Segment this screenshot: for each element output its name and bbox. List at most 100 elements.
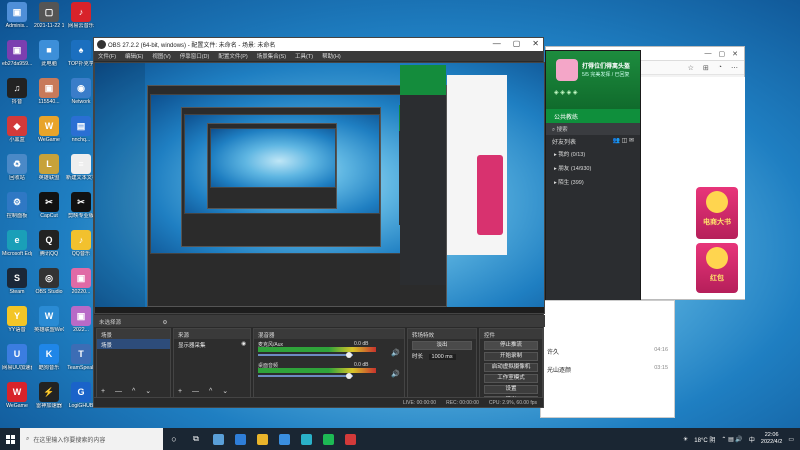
search-input[interactable]: ⌕ 在这里输入你要搜索的内容	[20, 428, 163, 450]
desktop-icon[interactable]: ▣ eb27da959...	[2, 40, 32, 78]
desktop-icon[interactable]: Y YY语音	[2, 306, 32, 344]
menu-view[interactable]: 视图(V)	[152, 52, 170, 60]
obs-window[interactable]: OBS 27.2.2 (64-bit, windows) - 配置文件: 未命名…	[93, 37, 545, 408]
desktop-icon[interactable]: ✂ CapCut	[34, 192, 64, 230]
profile-icon[interactable]: ◔	[718, 64, 722, 71]
tray-icons[interactable]: ⌃ ▤ 🔊	[721, 436, 743, 443]
volume-slider[interactable]	[258, 354, 353, 356]
desktop-icon[interactable]: ♠ TOP扑克学	[66, 40, 96, 78]
desktop-icon[interactable]: U网易UU加速器	[2, 344, 32, 382]
desktop-icon[interactable]: ✂ 剪映专业版	[66, 192, 96, 230]
taskbar-app-icon[interactable]	[295, 428, 317, 450]
taskbar-app-icon[interactable]	[229, 428, 251, 450]
desktop-icon[interactable]: ◆ 小黑盒	[2, 116, 32, 154]
maximize-icon[interactable]: ▢	[719, 50, 726, 58]
desktop-icon[interactable]: ⚡ 雷神加速器	[34, 382, 64, 420]
transition-select[interactable]: 淡出	[412, 341, 472, 350]
duration-input[interactable]: 1000 ms	[428, 354, 456, 360]
menu-edit[interactable]: 编辑(E)	[125, 52, 143, 60]
close-icon[interactable]: ✕	[732, 50, 738, 58]
taskbar-app-icon[interactable]	[207, 428, 229, 450]
qq-search[interactable]: ⌕ 搜索	[546, 123, 640, 135]
desktop-icon[interactable]: ▣ 2022...	[66, 306, 96, 344]
eye-icon[interactable]: ◉	[241, 341, 246, 347]
settings-button[interactable]: 设置	[484, 385, 538, 394]
desktop-icon[interactable]: ▢2021-11-22 16:15:56...	[34, 2, 64, 40]
collections-icon[interactable]: ⊞	[703, 64, 709, 72]
taskbar-app-icon[interactable]	[339, 428, 361, 450]
desktop-icon[interactable]: ♪ QQ音乐	[66, 230, 96, 268]
volume-slider-knob[interactable]	[346, 373, 352, 379]
minimize-icon[interactable]: —	[493, 39, 501, 48]
desktop-icon[interactable]: S Steam	[2, 268, 32, 306]
studio-mode-button[interactable]: 工作室模式	[484, 374, 538, 383]
mixer-channel[interactable]: 麦克风/Aux 0.0 dB 🔊	[254, 339, 404, 360]
qq-section-header[interactable]: 公共教练	[546, 109, 640, 123]
more-icon[interactable]: ⋯	[731, 64, 738, 72]
start-recording-button[interactable]: 开始录制	[484, 352, 538, 361]
minimize-icon[interactable]: —	[705, 50, 712, 57]
desktop-icon[interactable]: ▣ 115540...	[34, 78, 64, 116]
start-virtual-camera-button[interactable]: 启动虚拟摄像机	[484, 363, 538, 372]
friend-group[interactable]: ▸ 陌生 (399)	[546, 175, 640, 189]
desktop-icon[interactable]: Q 腾讯QQ	[34, 230, 64, 268]
desktop-icon[interactable]: ▣ 20220...	[66, 268, 96, 306]
desktop-icon[interactable]: ♻ 回收站	[2, 154, 32, 192]
weather-icon[interactable]: ☀	[683, 436, 688, 443]
desktop-icon[interactable]: ■ 此电脑	[34, 40, 64, 78]
menu-profile[interactable]: 配置文件(P)	[218, 52, 247, 60]
start-button[interactable]	[0, 428, 20, 450]
friend-group[interactable]: ▸ 朋友 (14/930)	[546, 161, 640, 175]
notification-icon[interactable]: ▭	[788, 436, 794, 443]
ad-banner-1[interactable]: 电商大书	[696, 187, 738, 239]
desktop-icon[interactable]: K 酷狗音乐	[34, 344, 64, 382]
menu-scene-collection[interactable]: 场景集合(S)	[257, 52, 286, 60]
desktop-icon[interactable]: eMicrosoft Edge	[2, 230, 32, 268]
desktop-icon[interactable]: ▣ Adminis...	[2, 2, 32, 40]
qq-signature[interactable]: 5/5 完美发挥 / 已回复	[582, 71, 630, 78]
ad-banner-2[interactable]: 红包	[696, 243, 738, 293]
desktop-icon[interactable]: ≡ 新建文本文档	[66, 154, 96, 192]
menu-file[interactable]: 文件(F)	[98, 52, 116, 60]
weather-text[interactable]: 18°C 阴	[694, 435, 715, 444]
taskbar-app-icon[interactable]	[251, 428, 273, 450]
volume-slider-knob[interactable]	[346, 352, 352, 358]
qq-status-icons[interactable]: ◈ ◈ ◈ ◈	[554, 89, 577, 96]
desktop-icon[interactable]: ⚙ 控制面板	[2, 192, 32, 230]
obs-preview[interactable]	[94, 62, 545, 314]
desktop-icon[interactable]: ♪ 网易云音乐	[66, 2, 96, 40]
taskbar-app-icon[interactable]	[273, 428, 295, 450]
speaker-icon[interactable]: 🔊	[391, 349, 400, 357]
close-icon[interactable]: ✕	[532, 39, 539, 48]
desktop-icon[interactable]: T TeamSpeak	[66, 344, 96, 382]
dock-toolbar[interactable]: + — ^ ⌄	[178, 387, 232, 395]
taskbar-app-icon[interactable]	[317, 428, 339, 450]
source-item[interactable]: 显示器采集 ◉	[174, 339, 250, 349]
clock[interactable]: 22:06 2022/4/2	[761, 432, 782, 446]
menu-docks[interactable]: 停靠窗口(D)	[180, 52, 210, 60]
desktop-icon[interactable]: W英雄联盟WeGame版	[34, 306, 64, 344]
maximize-icon[interactable]: ▢	[513, 39, 521, 48]
qq-tool-icons[interactable]: 👥 ◫ ✉	[612, 137, 634, 145]
favorite-icon[interactable]: ☆	[688, 64, 694, 72]
desktop-icon[interactable]: L 英雄联盟	[34, 154, 64, 192]
task-view-icon[interactable]: ⧉	[185, 428, 207, 450]
volume-slider[interactable]	[258, 375, 353, 377]
friends-tab[interactable]: 好友列表	[552, 137, 576, 146]
list-item[interactable]: 光山逐颜 03:15	[541, 361, 674, 379]
desktop-icon[interactable]: W WeGame	[34, 116, 64, 154]
desktop-icon[interactable]: W WeGame	[2, 382, 32, 420]
gear-icon[interactable]: ⚙	[163, 320, 168, 326]
desktop-icon[interactable]: ▤ nnchq...	[66, 116, 96, 154]
dock-toolbar[interactable]: + — ^ ⌄	[101, 387, 155, 395]
stop-streaming-button[interactable]: 停止推流	[484, 341, 538, 350]
avatar[interactable]	[556, 59, 578, 81]
friend-group[interactable]: ▸ 我的 (0/13)	[546, 147, 640, 161]
list-item[interactable]: 许久 04:16	[541, 343, 674, 361]
ime-indicator[interactable]: 中	[749, 435, 755, 444]
desktop-icon[interactable]: ◎ OBS Studio	[34, 268, 64, 306]
mixer-channel[interactable]: 桌面音频 0.0 dB 🔊	[254, 360, 404, 381]
menu-tools[interactable]: 工具(T)	[295, 52, 313, 60]
cortana-icon[interactable]: ○	[163, 428, 185, 450]
speaker-icon[interactable]: 🔊	[391, 370, 400, 378]
